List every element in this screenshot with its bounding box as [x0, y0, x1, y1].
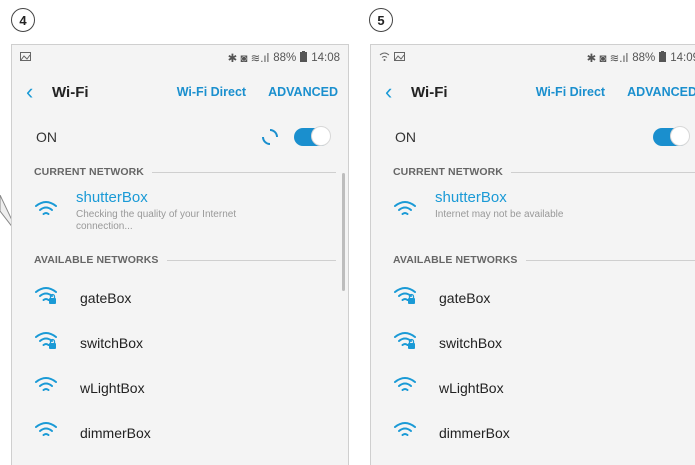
- network-item[interactable]: wLightBox: [12, 365, 348, 410]
- current-network-header: CURRENT NETWORK: [12, 157, 348, 187]
- network-name: switchBox: [439, 334, 503, 351]
- image-icon: [394, 52, 405, 64]
- network-item[interactable]: switchBox: [12, 320, 348, 365]
- available-networks-header: AVAILABLE NETWORKS: [371, 245, 695, 275]
- wifi-signal-icon: [34, 375, 58, 400]
- back-arrow-icon[interactable]: ‹: [26, 81, 52, 103]
- wifi-toggle-row[interactable]: ON: [12, 117, 348, 157]
- advanced-button[interactable]: ADVANCED: [268, 85, 338, 99]
- battery-icon: [659, 51, 667, 65]
- wifi-on-label: ON: [36, 129, 57, 145]
- network-item[interactable]: dimmerBox: [371, 410, 695, 455]
- battery-level: 88%: [632, 52, 656, 64]
- network-name: wLightBox: [439, 379, 504, 396]
- wifi-locked-icon: [34, 285, 58, 310]
- step-4-badge: 4: [11, 8, 35, 32]
- network-name: switchBox: [80, 334, 144, 351]
- current-network-name: shutterBox: [76, 189, 148, 206]
- step-5-badge: 5: [369, 8, 393, 32]
- network-name: dimmerBox: [80, 424, 151, 441]
- battery-icon: [300, 51, 308, 65]
- app-bar: ‹ Wi-Fi Wi-Fi Direct ADVANCED: [12, 71, 348, 113]
- network-item[interactable]: switchBox: [371, 320, 695, 365]
- network-name: wLightBox: [80, 379, 145, 396]
- advanced-button[interactable]: ADVANCED: [627, 85, 695, 99]
- network-item[interactable]: gateBox: [371, 275, 695, 320]
- wifi-on-label: ON: [395, 129, 416, 145]
- wifi-locked-icon: [393, 285, 417, 310]
- status-bar: ✱ ◙ ≋.ıl 88% 14:08: [12, 45, 348, 71]
- wifi-signal-icon: [35, 201, 57, 215]
- clock: 14:08: [311, 52, 340, 64]
- wifi-signal-icon: [393, 420, 417, 445]
- page-title: Wi-Fi: [411, 83, 448, 101]
- phone-screen-step-5: ✱ ◙ ≋.ıl 88% 14:09 ‹ Wi-Fi Wi-Fi Direct …: [370, 44, 695, 465]
- wifi-toggle-switch[interactable]: [653, 126, 690, 146]
- scrollbar[interactable]: [342, 173, 345, 291]
- network-item[interactable]: wLightBox: [371, 365, 695, 410]
- wifi-toggle-switch[interactable]: [294, 126, 331, 146]
- status-bar: ✱ ◙ ≋.ıl 88% 14:09: [371, 45, 695, 71]
- network-name: gateBox: [439, 289, 491, 306]
- network-name: gateBox: [80, 289, 132, 306]
- back-arrow-icon[interactable]: ‹: [385, 81, 411, 103]
- wifi-signal-icon: [34, 420, 58, 445]
- current-network-name: shutterBox: [435, 189, 507, 206]
- clock: 14:09: [670, 52, 695, 64]
- network-name: dimmerBox: [439, 424, 510, 441]
- available-networks-header: AVAILABLE NETWORKS: [12, 245, 348, 275]
- wifi-signal-icon: [393, 375, 417, 400]
- loading-spinner-icon: [262, 129, 278, 145]
- phone-screen-step-4: ✱ ◙ ≋.ıl 88% 14:08 ‹ Wi-Fi Wi-Fi Direct …: [11, 44, 349, 465]
- wifi-toggle-row[interactable]: ON: [371, 117, 695, 157]
- current-network-status: Internet may not be available: [435, 209, 564, 220]
- wifi-locked-icon: [393, 330, 417, 355]
- page-title: Wi-Fi: [52, 83, 89, 101]
- wifi-direct-button[interactable]: Wi-Fi Direct: [177, 85, 246, 99]
- app-bar: ‹ Wi-Fi Wi-Fi Direct ADVANCED: [371, 71, 695, 113]
- wifi-locked-icon: [34, 330, 58, 355]
- current-network-item[interactable]: shutterBox Internet may not be available: [371, 187, 695, 245]
- network-item[interactable]: gateBox: [12, 275, 348, 320]
- network-item[interactable]: dimmerBox: [12, 410, 348, 455]
- available-networks-list-5: gateBox switchBox wLightBox dimmerBox: [371, 275, 695, 455]
- current-network-status: Checking the quality of your Internet co…: [76, 209, 237, 232]
- status-icons: ✱ ◙ ≋.ıl: [586, 53, 629, 65]
- wifi-signal-icon: [394, 201, 416, 215]
- image-icon: [20, 52, 31, 64]
- wifi-direct-button[interactable]: Wi-Fi Direct: [536, 85, 605, 99]
- wifi-icon: [379, 52, 390, 64]
- battery-level: 88%: [273, 52, 297, 64]
- current-network-header: CURRENT NETWORK: [371, 157, 695, 187]
- status-icons: ✱ ◙ ≋.ıl: [227, 53, 270, 65]
- current-network-item[interactable]: shutterBox Checking the quality of your …: [12, 187, 348, 245]
- available-networks-list-4: gateBox switchBox wLightBox dimmerBox: [12, 275, 348, 455]
